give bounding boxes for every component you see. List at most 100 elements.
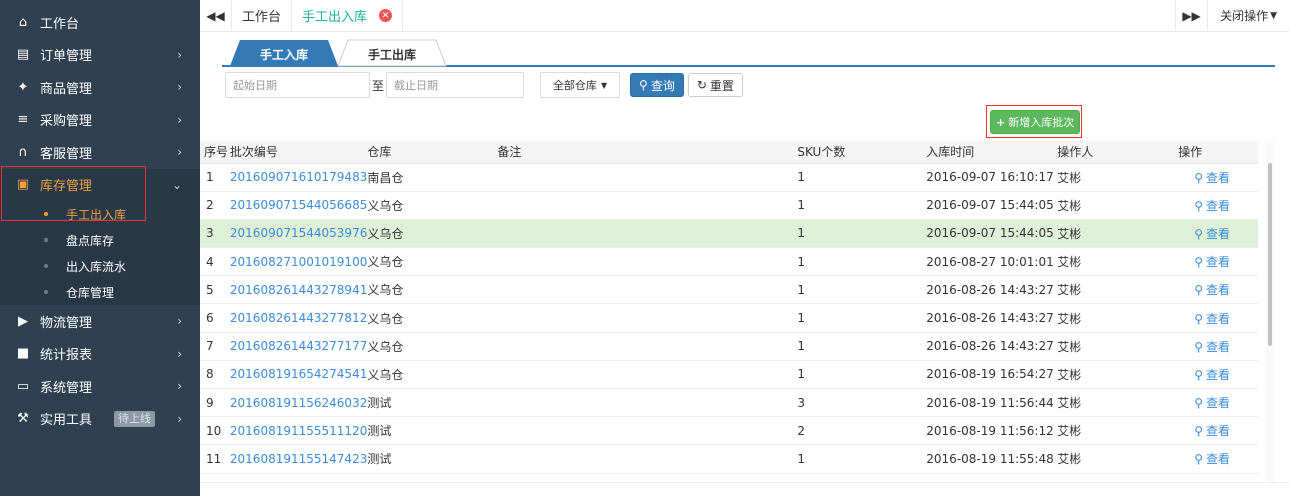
- table-row[interactable]: 1 201609071610179483 南昌仓 1 2016-09-07 16:10:…: [200, 163, 1258, 192]
- wrench-icon: ⚒: [17, 411, 29, 427]
- sub-label: 仓库管理: [66, 285, 115, 300]
- view-action[interactable]: ⚲ 查看: [1178, 247, 1258, 277]
- col-header: 操作人: [1057, 141, 1179, 164]
- col-header: 入库时间: [926, 141, 1058, 164]
- nav-label: 采购管理: [40, 114, 93, 130]
- sub-warehouse[interactable]: 仓库管理: [0, 279, 200, 305]
- truck-icon: ▶: [18, 313, 28, 329]
- scrollbar-thumb[interactable]: [1268, 163, 1272, 346]
- tab-workbench[interactable]: 工作台: [232, 0, 293, 31]
- view-action[interactable]: ⚲ 查看: [1178, 219, 1258, 249]
- table-row[interactable]: 9 201608191156246032 测试 3 2016-08-19 11:56:4…: [200, 388, 1258, 418]
- view-label: 查看: [1206, 226, 1231, 241]
- view-label: 查看: [1206, 255, 1231, 270]
- operator-cell: 艾彬: [1057, 332, 1179, 361]
- close-icon[interactable]: ✕: [379, 9, 393, 22]
- main-content: ◀◀ 工作台 手工出入库 ✕ ▶▶ 关闭操作 ▼ 手工入库 手工出库 起始日期 …: [200, 0, 1289, 496]
- view-action[interactable]: ⚲ 查看: [1178, 332, 1258, 361]
- nav-label: 统计报表: [40, 348, 93, 364]
- batch-number-link[interactable]: 201609071544056685: [229, 191, 368, 220]
- query-button[interactable]: ⚲ 查询: [630, 73, 684, 97]
- reset-button[interactable]: ↻ 重置: [687, 73, 743, 97]
- warehouse-select[interactable]: 全部仓库 ▼: [540, 72, 621, 98]
- batch-number-link[interactable]: 201608261443278941: [229, 275, 368, 305]
- inbound-batch-table: 序号 批次编号 仓库 备注 SKU个数 入库时间 操作人 操作 1 2016090…: [200, 141, 1258, 474]
- batch-number-link[interactable]: 201608271001019100: [229, 247, 368, 277]
- col-header: 序号: [200, 141, 230, 164]
- sku-count-cell: 1: [797, 332, 927, 361]
- nav-logistics[interactable]: ▶ 物流管理 ›: [0, 305, 200, 338]
- note-cell: [497, 444, 798, 474]
- table-row[interactable]: 7 201608261443277177 义乌仓 1 2016-08-26 14:43:…: [200, 332, 1258, 361]
- tab-manual-inout[interactable]: 手工出入库 ✕: [292, 0, 404, 31]
- warehouse-cell: 义乌仓: [367, 303, 498, 333]
- subtab-inbound[interactable]: 手工入库: [240, 41, 328, 67]
- batch-number-link[interactable]: 201608191155511120: [229, 416, 368, 446]
- table-row[interactable]: 4 201608271001019100 义乌仓 1 2016-08-27 10:01:…: [200, 247, 1258, 277]
- batch-number-link[interactable]: 201609071610179483: [229, 163, 368, 192]
- subtab-outbound[interactable]: 手工出库: [348, 41, 436, 67]
- sub-inout-log[interactable]: 出入库流水: [0, 253, 200, 279]
- add-batch-button[interactable]: + 新增入库批次: [990, 110, 1081, 134]
- nav-products[interactable]: ✦ 商品管理 ›: [0, 71, 200, 104]
- view-action[interactable]: ⚲ 查看: [1178, 191, 1258, 220]
- nav-inventory[interactable]: ▣ 库存管理 ⌄: [0, 168, 200, 201]
- view-action[interactable]: ⚲ 查看: [1178, 360, 1258, 390]
- sub-manual-inout[interactable]: 手工出入库: [0, 201, 200, 227]
- operator-cell: 艾彬: [1057, 388, 1179, 418]
- operator-cell: 艾彬: [1057, 219, 1179, 249]
- table-row[interactable]: 3 201609071544053976 义乌仓 1 2016-09-07 15:44:…: [200, 219, 1258, 249]
- nav-reports[interactable]: ■ 统计报表 ›: [0, 338, 200, 371]
- note-cell: [497, 275, 798, 305]
- warehouse-cell: 义乌仓: [367, 247, 498, 277]
- table-row[interactable]: 2 201609071544056685 义乌仓 1 2016-09-07 15:44:…: [200, 191, 1258, 220]
- batch-number-link[interactable]: 201608191156246032: [229, 388, 368, 418]
- pagination-bar: [200, 482, 1289, 496]
- end-date-input[interactable]: 截止日期: [386, 72, 525, 98]
- start-date-input[interactable]: 起始日期: [225, 72, 370, 98]
- batch-number-link[interactable]: 201609071544053976: [229, 219, 368, 249]
- table-row[interactable]: 11 201608191155147423 测试 1 2016-08-19 11:55:…: [200, 444, 1258, 474]
- nav-label: 商品管理: [40, 81, 93, 97]
- status-badge: 待上线: [114, 410, 156, 427]
- nav-system[interactable]: ▭ 系统管理 ›: [0, 370, 200, 403]
- view-action[interactable]: ⚲ 查看: [1178, 303, 1258, 333]
- table-row[interactable]: 8 201608191654274541 义乌仓 1 2016-08-19 16:54:…: [200, 360, 1258, 390]
- view-action[interactable]: ⚲ 查看: [1178, 388, 1258, 418]
- view-action[interactable]: ⚲ 查看: [1178, 163, 1258, 192]
- view-action[interactable]: ⚲ 查看: [1178, 275, 1258, 305]
- search-icon: ⚲: [1194, 226, 1204, 241]
- sub-stocktake[interactable]: 盘点库存: [0, 227, 200, 253]
- clipboard-icon: ▤: [16, 47, 30, 63]
- search-icon: ⚲: [1194, 283, 1204, 298]
- batch-number-link[interactable]: 201608261443277812: [229, 303, 368, 333]
- view-action[interactable]: ⚲ 查看: [1178, 416, 1258, 446]
- inbound-time-cell: 2016-09-07 15:44:05: [926, 219, 1058, 249]
- batch-number-link[interactable]: 201608191155147423: [229, 444, 368, 474]
- search-icon: ⚲: [1194, 339, 1204, 354]
- table-row[interactable]: 10 201608191155511120 测试 2 2016-08-19 11:56:…: [200, 416, 1258, 446]
- nav-orders[interactable]: ▤ 订单管理 ›: [0, 39, 200, 72]
- row-number: 4: [200, 247, 230, 277]
- bullet-icon: [44, 290, 48, 294]
- nav-workbench[interactable]: ⌂ 工作台: [0, 6, 200, 39]
- nav-purchasing[interactable]: ≡ 采购管理 ›: [0, 104, 200, 137]
- view-action[interactable]: ⚲ 查看: [1178, 444, 1258, 474]
- to-label: 至: [372, 78, 385, 93]
- double-right-icon[interactable]: ▶▶: [1175, 0, 1207, 31]
- double-left-icon[interactable]: ◀◀: [200, 0, 232, 31]
- query-label: 查询: [650, 78, 675, 93]
- close-ops-dropdown[interactable]: 关闭操作 ▼: [1207, 0, 1289, 31]
- nav-tools[interactable]: ⚒ 实用工具 待上线 ›: [0, 403, 200, 436]
- table-body: 1 201609071610179483 南昌仓 1 2016-09-07 16:10:…: [200, 163, 1258, 474]
- batch-number-link[interactable]: 201608191654274541: [229, 360, 368, 390]
- table-row[interactable]: 5 201608261443278941 义乌仓 1 2016-08-26 14:43:…: [200, 275, 1258, 305]
- nav-label: 客服管理: [40, 146, 93, 162]
- row-number: 6: [200, 303, 230, 333]
- table-row[interactable]: 6 201608261443277812 义乌仓 1 2016-08-26 14:43:…: [200, 303, 1258, 333]
- sku-count-cell: 1: [797, 444, 927, 474]
- placeholder: 起始日期: [233, 79, 277, 92]
- search-icon: ⚲: [1194, 452, 1204, 467]
- batch-number-link[interactable]: 201608261443277177: [229, 332, 368, 361]
- nav-customer-service[interactable]: ∩ 客服管理 ›: [0, 136, 200, 169]
